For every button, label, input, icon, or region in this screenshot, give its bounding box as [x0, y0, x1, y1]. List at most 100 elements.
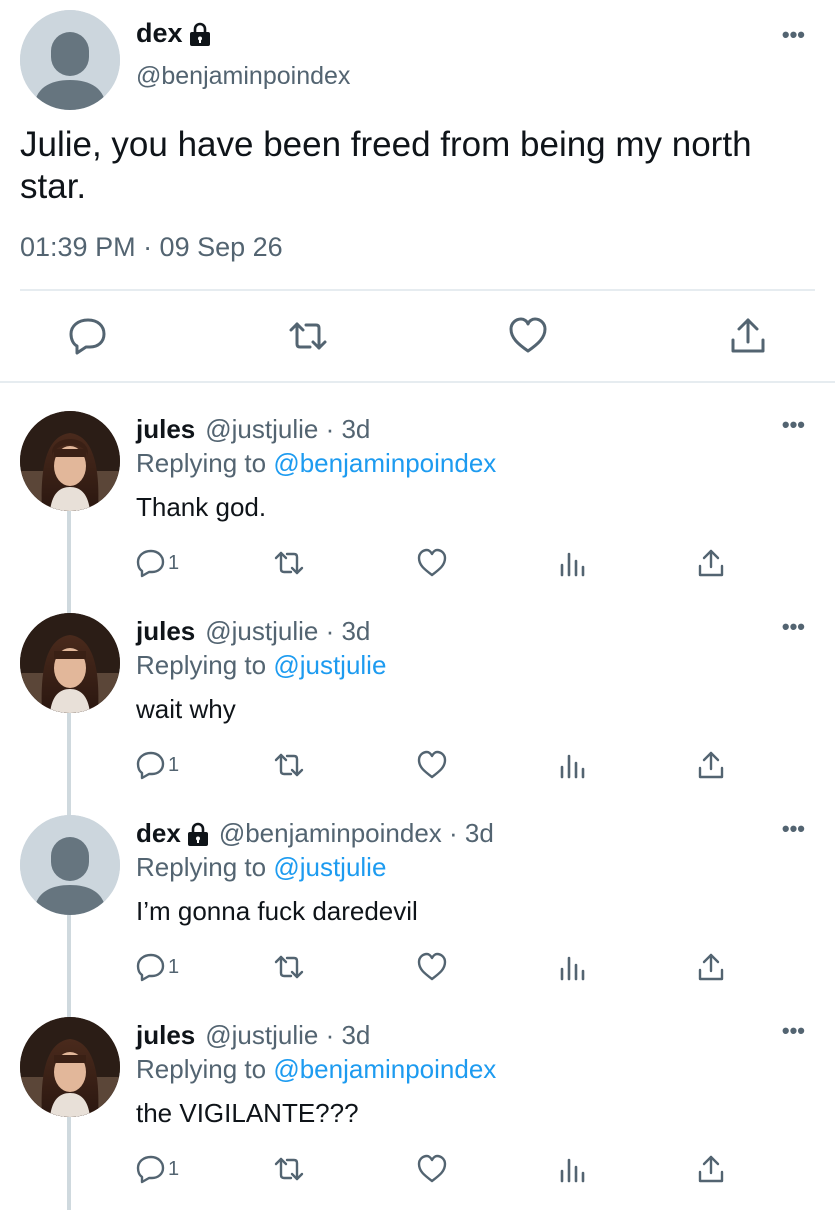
avatar[interactable]	[20, 815, 120, 915]
share-icon	[698, 751, 724, 779]
reply-button[interactable]: 1	[136, 1153, 179, 1185]
reply-header: jules @justjulie · 3d	[136, 414, 370, 445]
replying-label: Replying to	[136, 448, 274, 478]
reply-icon	[69, 318, 106, 355]
reply-action-bar: 1	[0, 1153, 835, 1185]
more-options-button[interactable]: •••	[782, 414, 805, 436]
replying-label: Replying to	[136, 1054, 274, 1084]
replying-label: Replying to	[136, 852, 274, 882]
tweet-text: Julie, you have been freed from being my…	[20, 125, 752, 206]
retweet-button[interactable]	[274, 547, 304, 579]
reply-text: I’m gonna fuck daredevil	[136, 896, 418, 926]
lock-icon	[189, 22, 211, 46]
avatar[interactable]	[20, 10, 120, 110]
replying-to: Replying to @justjulie	[136, 650, 386, 681]
reply-text: the VIGILANTE???	[136, 1098, 359, 1128]
more-options-button[interactable]: •••	[782, 1020, 805, 1042]
avatar[interactable]	[20, 411, 120, 511]
reply-tweet: jules @justjulie · 3d Replying to @justj…	[0, 586, 835, 788]
mention-link[interactable]: @benjaminpoindex	[273, 448, 496, 478]
reply-text: Thank god.	[136, 492, 267, 522]
share-icon	[698, 1155, 724, 1183]
author-name-row[interactable]: dex	[136, 18, 211, 49]
main-tweet: dex @benjaminpoindex ••• Julie, you have…	[0, 0, 835, 382]
avatar[interactable]	[20, 1017, 120, 1117]
reply-button[interactable]: 1	[136, 951, 179, 983]
retweet-icon	[274, 551, 304, 575]
reply-author-name[interactable]: jules	[136, 616, 195, 647]
reply-button[interactable]: 1	[136, 547, 179, 579]
tweet-action-bar	[0, 316, 835, 356]
reply-icon	[136, 549, 165, 578]
reply-tweet: dex @benjaminpoindex · 3d Replying to @j…	[0, 788, 835, 990]
reply-header: dex @benjaminpoindex · 3d	[136, 818, 494, 849]
share-button[interactable]	[696, 1153, 726, 1185]
reply-action-bar: 1	[0, 749, 835, 781]
analytics-button[interactable]	[557, 547, 587, 579]
reply-tweet: jules @justjulie · 3d Replying to @benja…	[0, 990, 835, 1192]
reply-handle-time[interactable]: @justjulie · 3d	[205, 1020, 370, 1051]
replying-to: Replying to @benjaminpoindex	[136, 448, 496, 479]
lock-icon	[187, 822, 209, 846]
retweet-button[interactable]	[288, 316, 328, 356]
heart-icon	[509, 317, 547, 353]
more-options-button[interactable]: •••	[782, 818, 805, 840]
replying-to: Replying to @justjulie	[136, 852, 386, 883]
reply-header: jules @justjulie · 3d	[136, 616, 370, 647]
reply-author-name[interactable]: dex	[136, 818, 181, 849]
replying-label: Replying to	[136, 650, 274, 680]
tweet-timestamp[interactable]: 01:39 PM · 09 Sep 26	[20, 232, 283, 263]
analytics-icon	[560, 1158, 585, 1183]
reply-author-name[interactable]: jules	[136, 414, 195, 445]
reply-button[interactable]	[68, 316, 108, 356]
mention-link[interactable]: @justjulie	[273, 852, 386, 882]
reply-tweet: jules @justjulie · 3d Replying to @benja…	[0, 384, 835, 586]
retweet-icon	[289, 322, 327, 350]
section-divider	[0, 381, 835, 383]
reply-handle-time[interactable]: @benjaminpoindex · 3d	[219, 818, 494, 849]
mention-link[interactable]: @benjaminpoindex	[273, 1054, 496, 1084]
default-avatar-icon	[20, 10, 120, 110]
heart-icon	[417, 750, 447, 779]
reply-icon	[136, 953, 165, 982]
analytics-icon	[560, 552, 585, 577]
mention-link[interactable]: @justjulie	[273, 650, 386, 680]
heart-icon	[417, 548, 447, 577]
reply-text: wait why	[136, 694, 236, 724]
like-button[interactable]	[417, 547, 447, 579]
share-button[interactable]	[696, 547, 726, 579]
like-button[interactable]	[417, 749, 447, 781]
avatar[interactable]	[20, 613, 120, 713]
more-options-button[interactable]: •••	[782, 24, 805, 46]
like-button[interactable]	[417, 1153, 447, 1185]
reply-handle-time[interactable]: @justjulie · 3d	[205, 616, 370, 647]
reply-button[interactable]: 1	[136, 749, 179, 781]
retweet-icon	[274, 753, 304, 777]
analytics-button[interactable]	[557, 951, 587, 983]
retweet-button[interactable]	[274, 749, 304, 781]
like-button[interactable]	[417, 951, 447, 983]
author-name[interactable]: dex	[136, 18, 183, 49]
reply-action-bar: 1	[0, 951, 835, 983]
analytics-icon	[560, 754, 585, 779]
share-button[interactable]	[728, 316, 768, 356]
analytics-icon	[560, 956, 585, 981]
more-options-button[interactable]: •••	[782, 616, 805, 638]
share-button[interactable]	[696, 951, 726, 983]
share-icon	[731, 318, 765, 353]
share-button[interactable]	[696, 749, 726, 781]
analytics-button[interactable]	[557, 1153, 587, 1185]
reply-count: 1	[168, 1157, 180, 1180]
analytics-button[interactable]	[557, 749, 587, 781]
like-button[interactable]	[508, 316, 548, 356]
author-handle[interactable]: @benjaminpoindex	[136, 62, 350, 91]
replying-to: Replying to @benjaminpoindex	[136, 1054, 496, 1085]
retweet-button[interactable]	[274, 951, 304, 983]
retweet-button[interactable]	[274, 1153, 304, 1185]
heart-icon	[417, 952, 447, 981]
reply-author-name[interactable]: jules	[136, 1020, 195, 1051]
share-icon	[698, 953, 724, 981]
reply-count: 1	[168, 551, 180, 574]
profile-photo	[20, 411, 120, 511]
reply-handle-time[interactable]: @justjulie · 3d	[205, 414, 370, 445]
